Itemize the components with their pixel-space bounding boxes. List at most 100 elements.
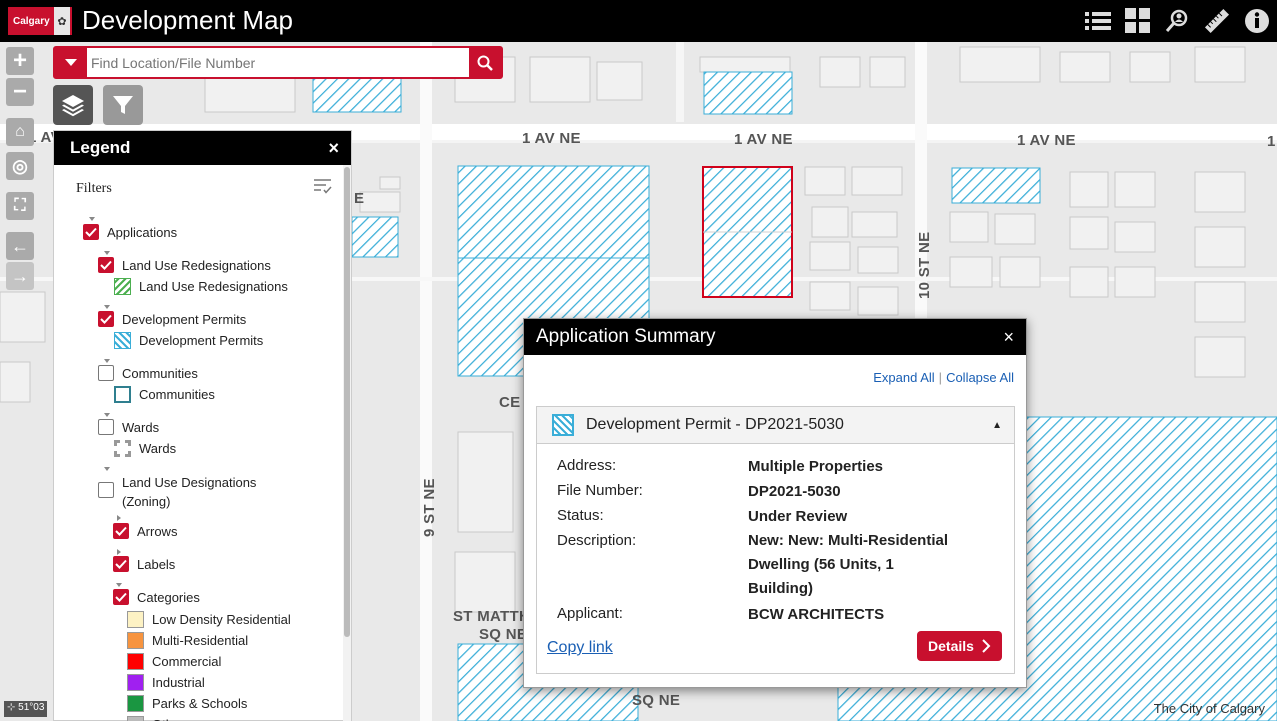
ruler-icon[interactable] [1203,7,1231,35]
lud-label: Land Use Designations (Zoning) [122,473,256,511]
wards-toggle[interactable]: Wards [98,419,159,435]
locate-icon[interactable]: ◎ [6,152,34,180]
details-label: Details [928,638,974,654]
legend-title: Legend [70,138,131,157]
copy-link[interactable]: Copy link [547,639,613,657]
checkbox-unchecked[interactable] [98,482,114,498]
permit-header[interactable]: Development Permit - DP2021-5030 ▲ [537,407,1014,444]
street-label: 1 AV NE [1017,132,1076,149]
street-label: E [354,190,365,207]
checkbox-checked[interactable] [98,311,114,327]
coords-text: 51°03 [18,702,45,713]
zoom-out-button[interactable]: − [6,78,34,106]
caret-down-icon[interactable] [104,305,110,309]
category-item: Other [127,716,185,721]
search-box [53,46,503,79]
status-key: Status: [557,507,604,524]
caret-down-icon[interactable] [104,467,110,471]
category-item: Industrial [127,674,205,691]
list-icon[interactable] [1084,7,1112,35]
checkbox-checked[interactable] [83,224,99,240]
category-label: Multi-Residential [152,633,249,648]
coords-icon: ⊹ [7,702,19,713]
collapse-all-link[interactable]: Collapse All [946,370,1014,385]
filter-button[interactable] [103,85,143,125]
app-header: Calgary ✿ Development Map [0,0,1277,42]
communities-legend-item: Communities [114,386,215,403]
applicant-value: BCW ARCHITECTS [748,606,885,623]
chevron-down-icon [65,58,77,66]
search-dropdown-button[interactable] [55,48,87,77]
address-key: Address: [557,457,617,474]
legend-scrollbar[interactable] [343,165,351,721]
search-button[interactable] [469,48,501,77]
checkbox-checked[interactable] [113,589,129,605]
applications-toggle[interactable]: Applications [83,224,177,240]
communities-toggle[interactable]: Communities [98,365,198,381]
category-item: Commercial [127,653,221,670]
description-key: Description: [557,532,637,549]
zoom-in-button[interactable]: + [6,47,34,75]
dp-item-label: Development Permits [139,333,264,348]
checkbox-unchecked[interactable] [98,419,114,435]
address-value: Multiple Properties [748,458,884,475]
map-attribution: The City of Calgary [1153,701,1265,716]
scrollbar-thumb[interactable] [344,167,350,637]
caret-down-icon[interactable] [104,413,110,417]
filter-list-icon[interactable] [314,178,332,194]
forward-arrow-icon[interactable]: → [6,262,34,290]
address-row: Address: Multiple Properties [557,457,958,477]
category-label: Industrial [152,675,205,690]
fullscreen-icon[interactable]: ⛶ [6,192,34,220]
wards-group-label: Wards [122,419,160,435]
status-row: Status: Under Review [557,507,958,527]
layers-button[interactable] [53,85,93,125]
lur-toggle[interactable]: Land Use Redesignations [98,257,271,273]
close-icon[interactable]: × [328,138,339,159]
checkbox-checked[interactable] [98,257,114,273]
category-label: Low Density Residential [152,612,291,627]
popup-title: Application Summary [536,326,716,347]
expand-all-link[interactable]: Expand All [873,370,934,385]
grid-icon[interactable] [1124,7,1152,35]
street-label: 1 AV NE [522,130,581,147]
caret-down-icon[interactable] [104,359,110,363]
lud-line2: (Zoning) [122,494,171,509]
category-swatch [127,632,144,649]
caret-down-icon[interactable] [104,251,110,255]
description-row: Description: New: New: Multi-Residential… [557,529,958,601]
search-input[interactable] [91,52,461,74]
collapse-arrow-icon[interactable]: ▲ [992,420,1002,431]
file-number-value: DP2021-5030 [748,483,841,500]
filters-label: Filters [76,181,112,196]
filter-icon [113,96,133,114]
dp-legend-item: Development Permits [114,332,263,349]
close-icon[interactable]: × [1003,327,1014,348]
calgary-logo[interactable]: Calgary ✿ [8,7,72,35]
checkbox-checked[interactable] [113,523,129,539]
caret-right-icon[interactable] [117,549,121,555]
labels-toggle[interactable]: Labels [113,556,175,572]
arrows-toggle[interactable]: Arrows [113,523,177,539]
caret-right-icon[interactable] [117,515,121,521]
checkbox-checked[interactable] [113,556,129,572]
search-person-icon[interactable] [1164,7,1192,35]
info-icon[interactable] [1243,7,1271,35]
category-item: Multi-Residential [127,632,248,649]
category-swatch [127,695,144,712]
categories-toggle[interactable]: Categories [113,589,200,605]
caret-down-icon[interactable] [116,583,122,587]
lud-toggle[interactable]: Land Use Designations (Zoning) [98,473,256,511]
categories-label: Categories [137,589,200,605]
checkbox-unchecked[interactable] [98,365,114,381]
applicant-row: Applicant: BCW ARCHITECTS [557,605,958,625]
street-label: 9 ST NE [421,478,438,537]
legend-header: Legend × [54,131,351,165]
dp-toggle[interactable]: Development Permits [98,311,246,327]
logo-text: Calgary [13,15,50,27]
back-arrow-icon[interactable]: ← [6,232,34,260]
home-icon[interactable]: ⌂ [6,118,34,146]
caret-down-icon[interactable] [89,217,95,221]
popup-header: Application Summary × [524,319,1026,355]
details-button[interactable]: Details [917,631,1002,661]
